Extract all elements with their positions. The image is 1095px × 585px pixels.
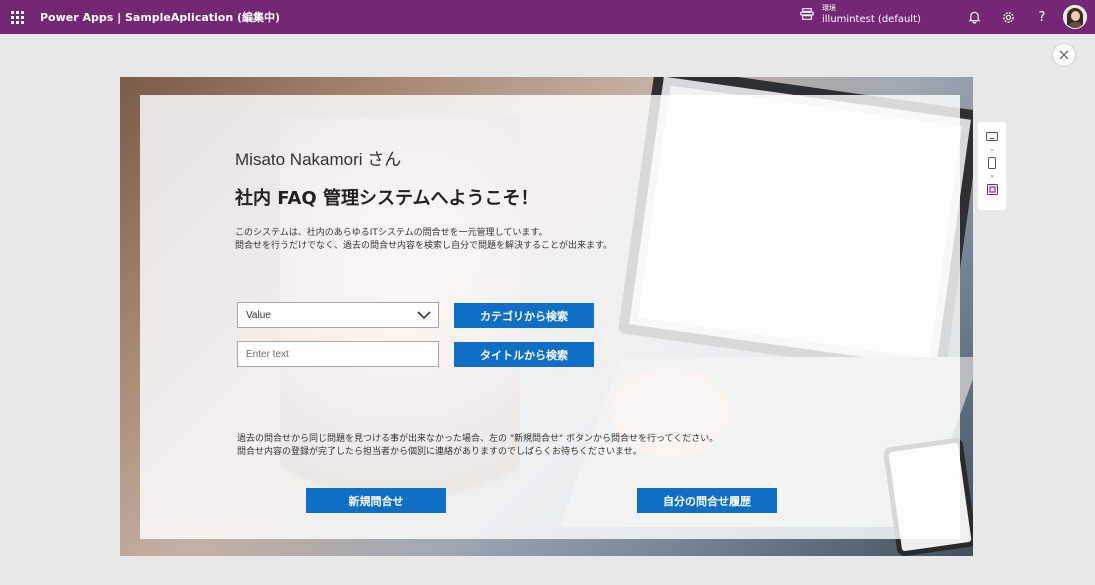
description-line: このシステムは、社内のあらゆるITシステムの問合せを一元管理しています。 xyxy=(235,228,548,238)
category-dropdown[interactable]: Value xyxy=(237,302,439,328)
close-icon xyxy=(1059,50,1069,60)
note-line: 過去の問合せから同じ問題を見つける事が出来なかった場合、左の "新規問合せ" ボ… xyxy=(237,434,719,444)
notifications-bell-icon[interactable] xyxy=(957,0,991,34)
user-avatar[interactable] xyxy=(1063,5,1087,29)
welcome-heading: 社内 FAQ 管理システムへようこそ！ xyxy=(235,188,539,209)
user-greeting: Misato Nakamori さん xyxy=(235,150,402,169)
category-search-button[interactable]: カテゴリから検索 xyxy=(454,303,594,328)
device-toolbar: ⌄ ⌄ xyxy=(978,122,1006,210)
chevron-down-icon xyxy=(417,311,431,320)
app-title: Power Apps | SampleAplication (編集中) xyxy=(40,11,281,24)
environment-icon xyxy=(800,8,814,20)
category-dropdown-value: Value xyxy=(246,309,271,321)
chevron-down-icon[interactable]: ⌄ xyxy=(989,172,995,180)
content-panel: Misato Nakamori さん 社内 FAQ 管理システムへようこそ！ こ… xyxy=(140,95,960,539)
environment-picker[interactable]: 環境 illumintest (default) xyxy=(800,3,921,25)
help-icon[interactable]: ? xyxy=(1025,0,1059,34)
environment-label: 環境 xyxy=(822,4,836,12)
app-launcher-icon[interactable] xyxy=(0,0,34,34)
title-search-button[interactable]: タイトルから検索 xyxy=(454,342,594,367)
app-canvas: Misato Nakamori さん 社内 FAQ 管理システムへようこそ！ こ… xyxy=(120,77,973,556)
inquiry-note: 過去の問合せから同じ問題を見つける事が出来なかった場合、左の "新規問合せ" ボ… xyxy=(237,433,718,459)
top-bar: Power Apps | SampleAplication (編集中) 環境 i… xyxy=(0,0,1095,34)
phone-icon[interactable] xyxy=(985,156,999,170)
settings-gear-icon[interactable] xyxy=(991,0,1025,34)
new-inquiry-button[interactable]: 新規問合せ xyxy=(306,488,446,513)
description-line: 問合せを行うだけでなく、過去の問合せ内容を検索し自分で問題を解決することが出来ま… xyxy=(235,241,613,251)
fit-to-window-icon[interactable] xyxy=(985,182,999,196)
system-description: このシステムは、社内のあらゆるITシステムの問合せを一元管理しています。 問合せ… xyxy=(235,227,612,253)
title-search-input[interactable] xyxy=(237,341,439,367)
close-preview-button[interactable] xyxy=(1052,43,1076,67)
tablet-icon[interactable] xyxy=(985,130,999,144)
note-line: 問合せ内容の登録が完了したら担当者から個別に連絡がありますのでしばらくお待ちくだ… xyxy=(237,447,642,457)
inquiry-history-button[interactable]: 自分の問合せ履歴 xyxy=(637,488,777,513)
environment-value: illumintest (default) xyxy=(822,14,921,25)
chevron-down-icon[interactable]: ⌄ xyxy=(989,146,995,154)
